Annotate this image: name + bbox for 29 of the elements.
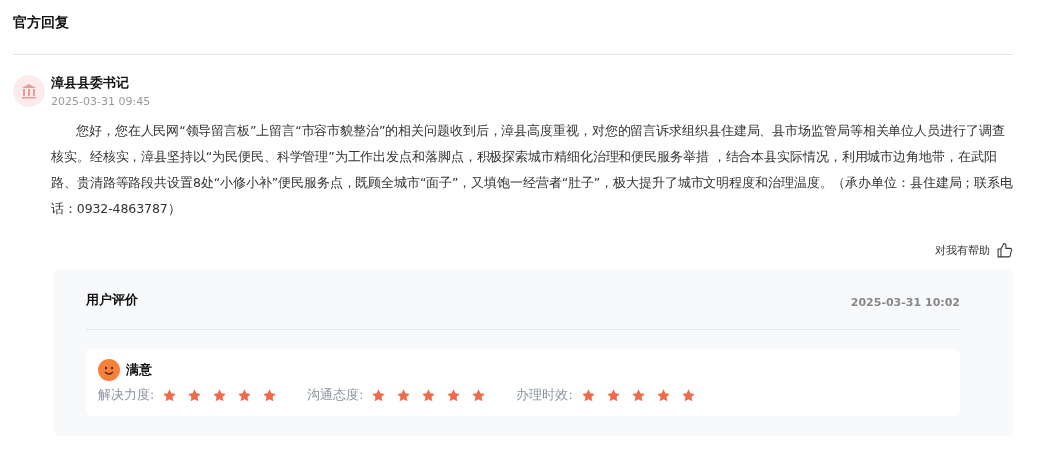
rating-label: 沟通态度:	[307, 387, 364, 404]
star-icon	[446, 388, 462, 403]
author-name: 漳县县委书记	[51, 75, 130, 92]
thumbs-up-icon[interactable]	[996, 242, 1013, 259]
section-title: 官方回复	[13, 14, 1013, 55]
star-icon	[421, 388, 437, 403]
star-icon	[471, 388, 487, 403]
star-icon	[655, 388, 671, 403]
star-icon	[396, 388, 412, 403]
reply-text: 您好，您在人民网“领导留言板”上留言“市容市貌整治”的相关问题收到后，漳县高度重视，对您的留言诉求组织县住建局、县市场监管局等相关单位人员进行了调查核实。经核实，漳县坚持以“为民便民、科学管理”为工作出发点和落脚点，积极探索城市精细化治理和便民服务举措 ，结合本县实际情况，利用城市边角地带，在武阳路、贵清路等路段共设置8处“小修小补”便民服务点，既顾全城市“面子”，又填饱一经营者“肚子”，极大提升了城市文明程度和治理温度。（承办单位：县住建局；联系电话：0932-4863787）	[51, 122, 1013, 218]
star-icon	[187, 388, 203, 403]
star-icon	[212, 388, 228, 403]
smiley-icon	[98, 359, 120, 381]
rating-label: 解决力度:	[98, 387, 155, 404]
evaluation-title: 用户评价	[86, 291, 138, 309]
star-icon	[580, 388, 596, 403]
helpful-label: 对我有帮助	[935, 243, 990, 258]
reply-time: 2025-03-31 09:45	[51, 95, 151, 108]
star-icon	[162, 388, 178, 403]
star-icon	[680, 388, 696, 403]
star-icon	[605, 388, 621, 403]
star-icon	[237, 388, 253, 403]
star-icon	[262, 388, 278, 403]
star-icon	[371, 388, 387, 403]
bank-icon	[13, 75, 45, 107]
evaluation-time: 2025-03-31 10:02	[850, 296, 960, 309]
star-icon	[630, 388, 646, 403]
verdict-label: 满意	[126, 361, 152, 379]
rating-label: 办理时效:	[516, 387, 573, 404]
